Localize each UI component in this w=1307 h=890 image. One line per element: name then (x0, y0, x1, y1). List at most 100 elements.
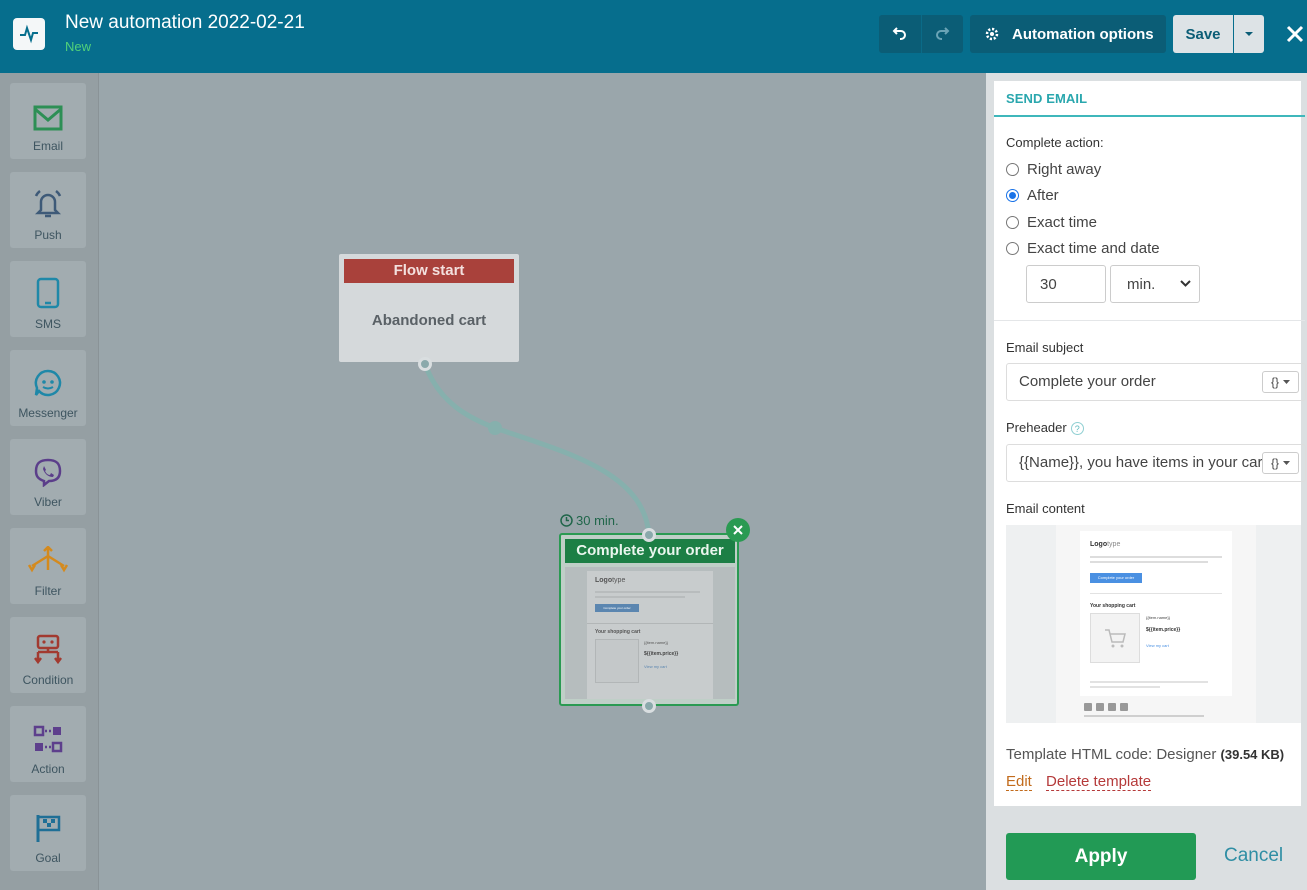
panel-title-underline (994, 115, 1305, 117)
chat-icon (34, 369, 62, 397)
delay-text: 30 min. (576, 513, 619, 528)
option-right-away[interactable]: Right away (1006, 161, 1101, 178)
social-icon (1084, 703, 1092, 711)
option-exact-time-label: Exact time (1027, 214, 1098, 231)
radio-right-away[interactable] (1006, 163, 1019, 176)
complete-action-label: Complete action: (1006, 135, 1104, 150)
undo-button[interactable] (879, 15, 921, 53)
tool-goal[interactable]: Goal (10, 795, 86, 871)
flow-connector (422, 363, 652, 536)
preheader-label: Preheader? (1006, 420, 1084, 436)
subject-variable-button[interactable]: {} (1262, 371, 1299, 393)
email-content-label: Email content (1006, 501, 1085, 516)
tool-email[interactable]: Email (10, 83, 86, 159)
mini-item-name: {{item.name}} (644, 640, 669, 645)
social-icon (1108, 703, 1116, 711)
option-exact-time-date[interactable]: Exact time and date (1006, 240, 1160, 257)
option-exact-time[interactable]: Exact time (1006, 214, 1097, 231)
tool-action[interactable]: Action (10, 706, 86, 782)
variables-icon: {} (1270, 375, 1279, 389)
bell-icon (34, 189, 62, 218)
panel-title: SEND EMAIL (1006, 91, 1088, 106)
tool-filter-label: Filter (34, 584, 62, 598)
email-node-header: Complete your order (565, 539, 735, 563)
automation-status: New (65, 39, 92, 54)
tool-condition[interactable]: Condition (10, 617, 86, 693)
close-button[interactable] (1283, 20, 1307, 48)
delay-value-input[interactable]: 30 (1026, 265, 1106, 303)
tool-filter[interactable]: Filter (10, 528, 86, 604)
close-icon (1286, 25, 1304, 43)
tool-push-label: Push (34, 228, 62, 242)
caret-down-icon (1283, 380, 1290, 384)
social-icon (1096, 703, 1104, 711)
delay-label: 30 min. (560, 513, 619, 528)
caret-down-icon (1283, 461, 1290, 465)
automation-title[interactable]: New automation 2022-02-21 (65, 12, 305, 34)
flag-icon (36, 815, 61, 842)
start-output-port[interactable] (418, 357, 432, 371)
save-dropdown-button[interactable] (1234, 15, 1264, 53)
preheader-input[interactable]: {{Name}}, you have items in your cart (1006, 444, 1306, 482)
template-name: Designer (1156, 746, 1217, 763)
option-right-away-label: Right away (1027, 161, 1102, 178)
delay-unit-select[interactable]: min. (1110, 265, 1200, 303)
save-button[interactable]: Save (1173, 15, 1233, 53)
social-icon (1120, 703, 1128, 711)
flow-start-header: Flow start (344, 259, 514, 283)
redo-button[interactable] (920, 15, 964, 53)
send-email-panel: SEND EMAIL Complete action: Right away A… (994, 81, 1306, 806)
flow-start-node[interactable]: Flow start Abandoned cart (339, 254, 519, 362)
cancel-button[interactable]: Cancel (1224, 845, 1283, 867)
radio-exact-time[interactable] (1006, 216, 1019, 229)
tool-goal-label: Goal (35, 851, 61, 865)
flow-canvas[interactable]: Flow start Abandoned cart 30 min. Comple… (99, 73, 986, 890)
close-icon (733, 525, 743, 535)
email-node-preview: Logotype Complete your order Your shoppi… (565, 567, 735, 699)
tool-messenger[interactable]: Messenger (10, 350, 86, 426)
envelope-icon (33, 105, 63, 131)
apply-button[interactable]: Apply (1006, 833, 1196, 880)
filter-icon (27, 546, 69, 573)
option-after[interactable]: After (1006, 187, 1059, 204)
edit-template-link[interactable]: Edit (1006, 773, 1032, 791)
remove-node-button[interactable] (726, 518, 750, 542)
email-preview-page: Logotype Complete your order Your shoppi… (1080, 531, 1232, 696)
action-icon (33, 725, 63, 753)
preview-logo: Logotype (1090, 541, 1121, 548)
automation-options-button[interactable]: Automation options (970, 15, 1166, 53)
viber-icon (34, 458, 62, 487)
mini-view-link: View my cart (644, 664, 667, 669)
radio-exact-time-date[interactable] (1006, 242, 1019, 255)
flow-start-trigger: Abandoned cart (371, 312, 487, 329)
email-content-preview[interactable]: Logotype Complete your order Your shoppi… (1006, 525, 1301, 723)
preview-item-price: ${{item.price}} (1146, 627, 1181, 633)
email-input-port[interactable] (642, 528, 656, 542)
clock-icon (560, 514, 573, 527)
radio-after[interactable] (1006, 189, 1019, 202)
section-divider (994, 320, 1305, 321)
chevron-down-icon (1180, 280, 1191, 287)
undo-icon (892, 27, 906, 40)
email-subject-label: Email subject (1006, 340, 1084, 355)
tool-viber[interactable]: Viber (10, 439, 86, 515)
email-output-port[interactable] (642, 699, 656, 713)
help-icon[interactable]: ? (1070, 422, 1084, 436)
caret-down-icon (1245, 32, 1253, 36)
cart-icon (1090, 613, 1140, 663)
app-logo-icon[interactable] (13, 18, 45, 50)
tool-push[interactable]: Push (10, 172, 86, 248)
delete-template-link[interactable]: Delete template (1046, 773, 1152, 791)
mini-logo: Logotype (595, 577, 626, 584)
email-preview-document: Logotype Complete your order Your shoppi… (1056, 525, 1256, 723)
email-node[interactable]: Complete your order Logotype Complete yo… (559, 533, 739, 706)
option-after-label: After (1027, 187, 1059, 204)
mini-cta: Complete your order (595, 604, 639, 612)
tool-email-label: Email (32, 139, 63, 153)
tool-messenger-label: Messenger (18, 406, 78, 420)
mini-email-page: Logotype Complete your order Your shoppi… (587, 571, 713, 699)
preheader-variable-button[interactable]: {} (1262, 452, 1299, 474)
automation-options-label: Automation options (1012, 25, 1154, 43)
email-subject-input[interactable]: Complete your order (1006, 363, 1306, 401)
tool-sms[interactable]: SMS (10, 261, 86, 337)
